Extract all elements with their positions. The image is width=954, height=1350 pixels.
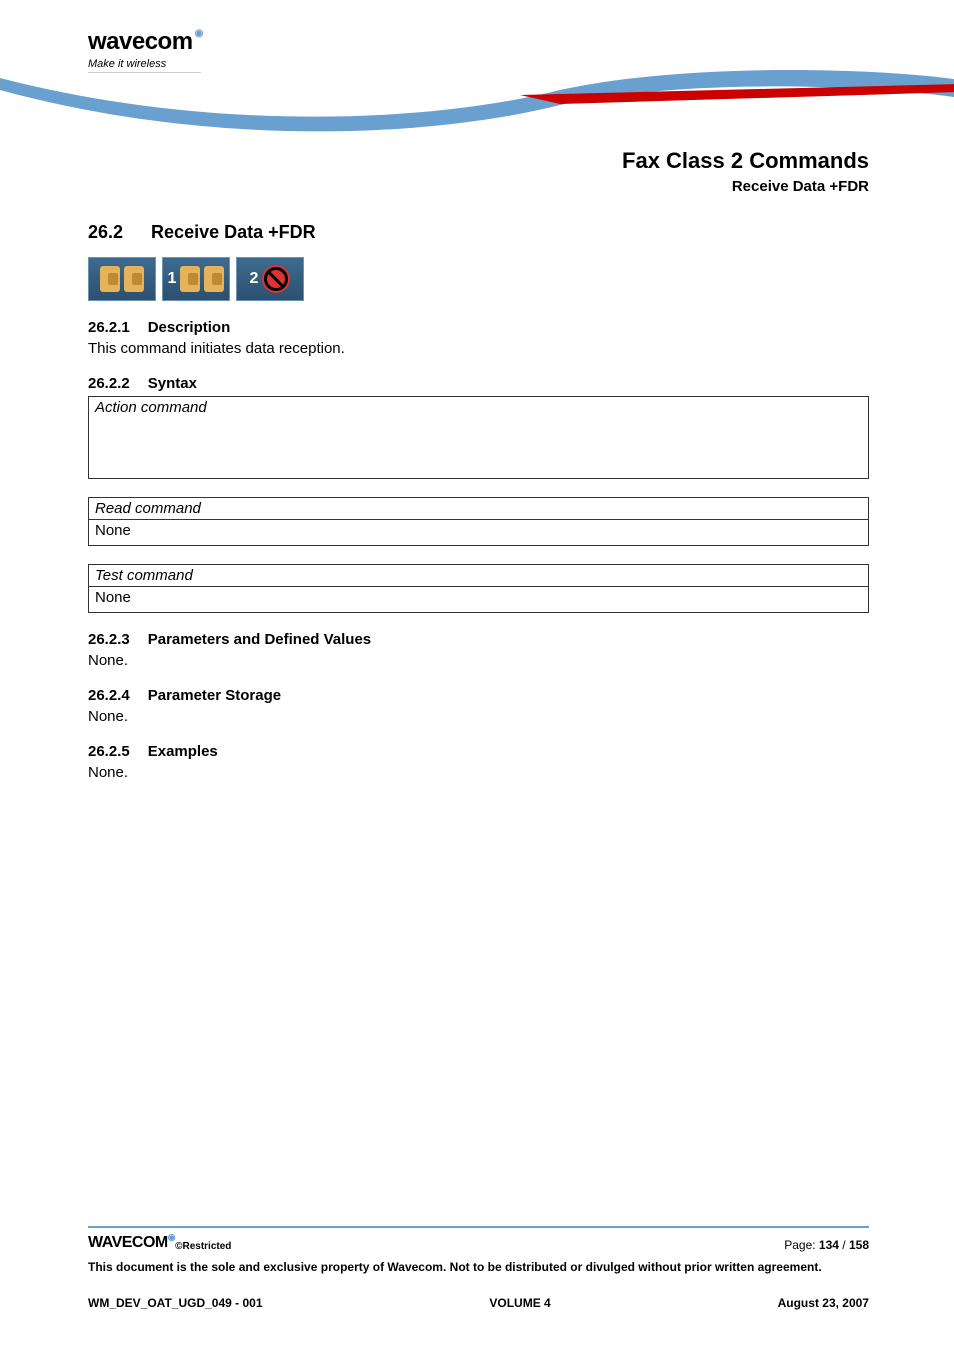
box-value: None: [89, 587, 868, 612]
subsection-storage-heading: 26.2.4 Parameter Storage: [88, 687, 869, 704]
badge-no-2: 2: [236, 257, 304, 301]
subsection-title: Description: [148, 319, 231, 336]
subsection-title: Parameter Storage: [148, 687, 281, 704]
box-label: Read command: [89, 498, 868, 520]
read-command-box: Read command None: [88, 497, 869, 546]
capability-badges: 1 2: [88, 257, 869, 301]
brand-swirl-icon: ◉: [168, 1232, 175, 1243]
logo-block: wavecom ◉ Make it wireless: [88, 28, 201, 73]
subsection-title: Examples: [148, 743, 218, 760]
footer-volume: VOLUME 4: [489, 1296, 550, 1310]
box-value: [89, 418, 868, 478]
action-command-box: Action command: [88, 396, 869, 479]
sim-icon: [180, 266, 200, 292]
subsection-syntax-heading: 26.2.2 Syntax: [88, 375, 869, 392]
prohibited-icon: [262, 265, 290, 293]
footer-doc-id: WM_DEV_OAT_UGD_049 - 001: [88, 1296, 263, 1310]
badge-number: 2: [250, 270, 259, 288]
subsection-number: 26.2.3: [88, 631, 130, 648]
page-total: 158: [849, 1238, 869, 1252]
chapter-title: Fax Class 2 Commands: [622, 148, 869, 174]
test-command-box: Test command None: [88, 564, 869, 613]
section-heading: 26.2 Receive Data +FDR: [88, 222, 869, 243]
page-running-header: Fax Class 2 Commands Receive Data +FDR: [622, 148, 869, 195]
badge-sim-1: 1: [162, 257, 230, 301]
section-name: Receive Data +FDR: [622, 178, 869, 195]
footer-date: August 23, 2007: [778, 1296, 869, 1310]
page-current: 134: [819, 1238, 839, 1252]
box-label: Action command: [89, 397, 868, 418]
description-text: This command initiates data reception.: [88, 340, 869, 357]
box-label: Test command: [89, 565, 868, 587]
footer-brand-text: WAVECOM: [88, 1234, 168, 1252]
footer-restricted: ©Restricted: [175, 1241, 231, 1252]
badge-sim-0: [88, 257, 156, 301]
box-value: None: [89, 520, 868, 545]
footer-disclaimer: This document is the sole and exclusive …: [88, 1260, 869, 1274]
subsection-number: 26.2.1: [88, 319, 130, 336]
header-swoosh-graphic: [0, 70, 954, 140]
page-content: 26.2 Receive Data +FDR 1 2 26.2.1 Descript…: [88, 222, 869, 787]
subsection-number: 26.2.5: [88, 743, 130, 760]
brand-swirl-icon: ◉: [195, 28, 203, 39]
footer-rule: [88, 1226, 869, 1228]
subsection-title: Syntax: [148, 375, 197, 392]
page-label: Page:: [784, 1238, 819, 1252]
subsection-examples-heading: 26.2.5 Examples: [88, 743, 869, 760]
footer-brand-block: WAVECOM◉ ©Restricted: [88, 1234, 231, 1252]
section-title: Receive Data +FDR: [151, 222, 316, 242]
sim-icon: [100, 266, 120, 292]
page-sep: /: [839, 1238, 849, 1252]
sim-icon: [124, 266, 144, 292]
storage-text: None.: [88, 708, 869, 725]
section-number: 26.2: [88, 222, 123, 243]
subsection-number: 26.2.2: [88, 375, 130, 392]
page-footer: WAVECOM◉ ©Restricted Page: 134 / 158 Thi…: [88, 1226, 869, 1310]
brand-text: wavecom: [88, 28, 193, 56]
brand-logo: wavecom ◉: [88, 28, 201, 56]
footer-line-1: WAVECOM◉ ©Restricted Page: 134 / 158: [88, 1234, 869, 1252]
footer-line-2: WM_DEV_OAT_UGD_049 - 001 VOLUME 4 August…: [88, 1296, 869, 1310]
subsection-number: 26.2.4: [88, 687, 130, 704]
subsection-description-heading: 26.2.1 Description: [88, 319, 869, 336]
sim-icon: [204, 266, 224, 292]
subsection-parameters-heading: 26.2.3 Parameters and Defined Values: [88, 631, 869, 648]
page-header-graphic: wavecom ◉ Make it wireless: [0, 0, 954, 140]
footer-brand: WAVECOM◉: [88, 1234, 175, 1252]
footer-page-number: Page: 134 / 158: [784, 1238, 869, 1252]
parameters-text: None.: [88, 652, 869, 669]
subsection-title: Parameters and Defined Values: [148, 631, 371, 648]
examples-text: None.: [88, 764, 869, 781]
badge-number: 1: [168, 270, 177, 288]
